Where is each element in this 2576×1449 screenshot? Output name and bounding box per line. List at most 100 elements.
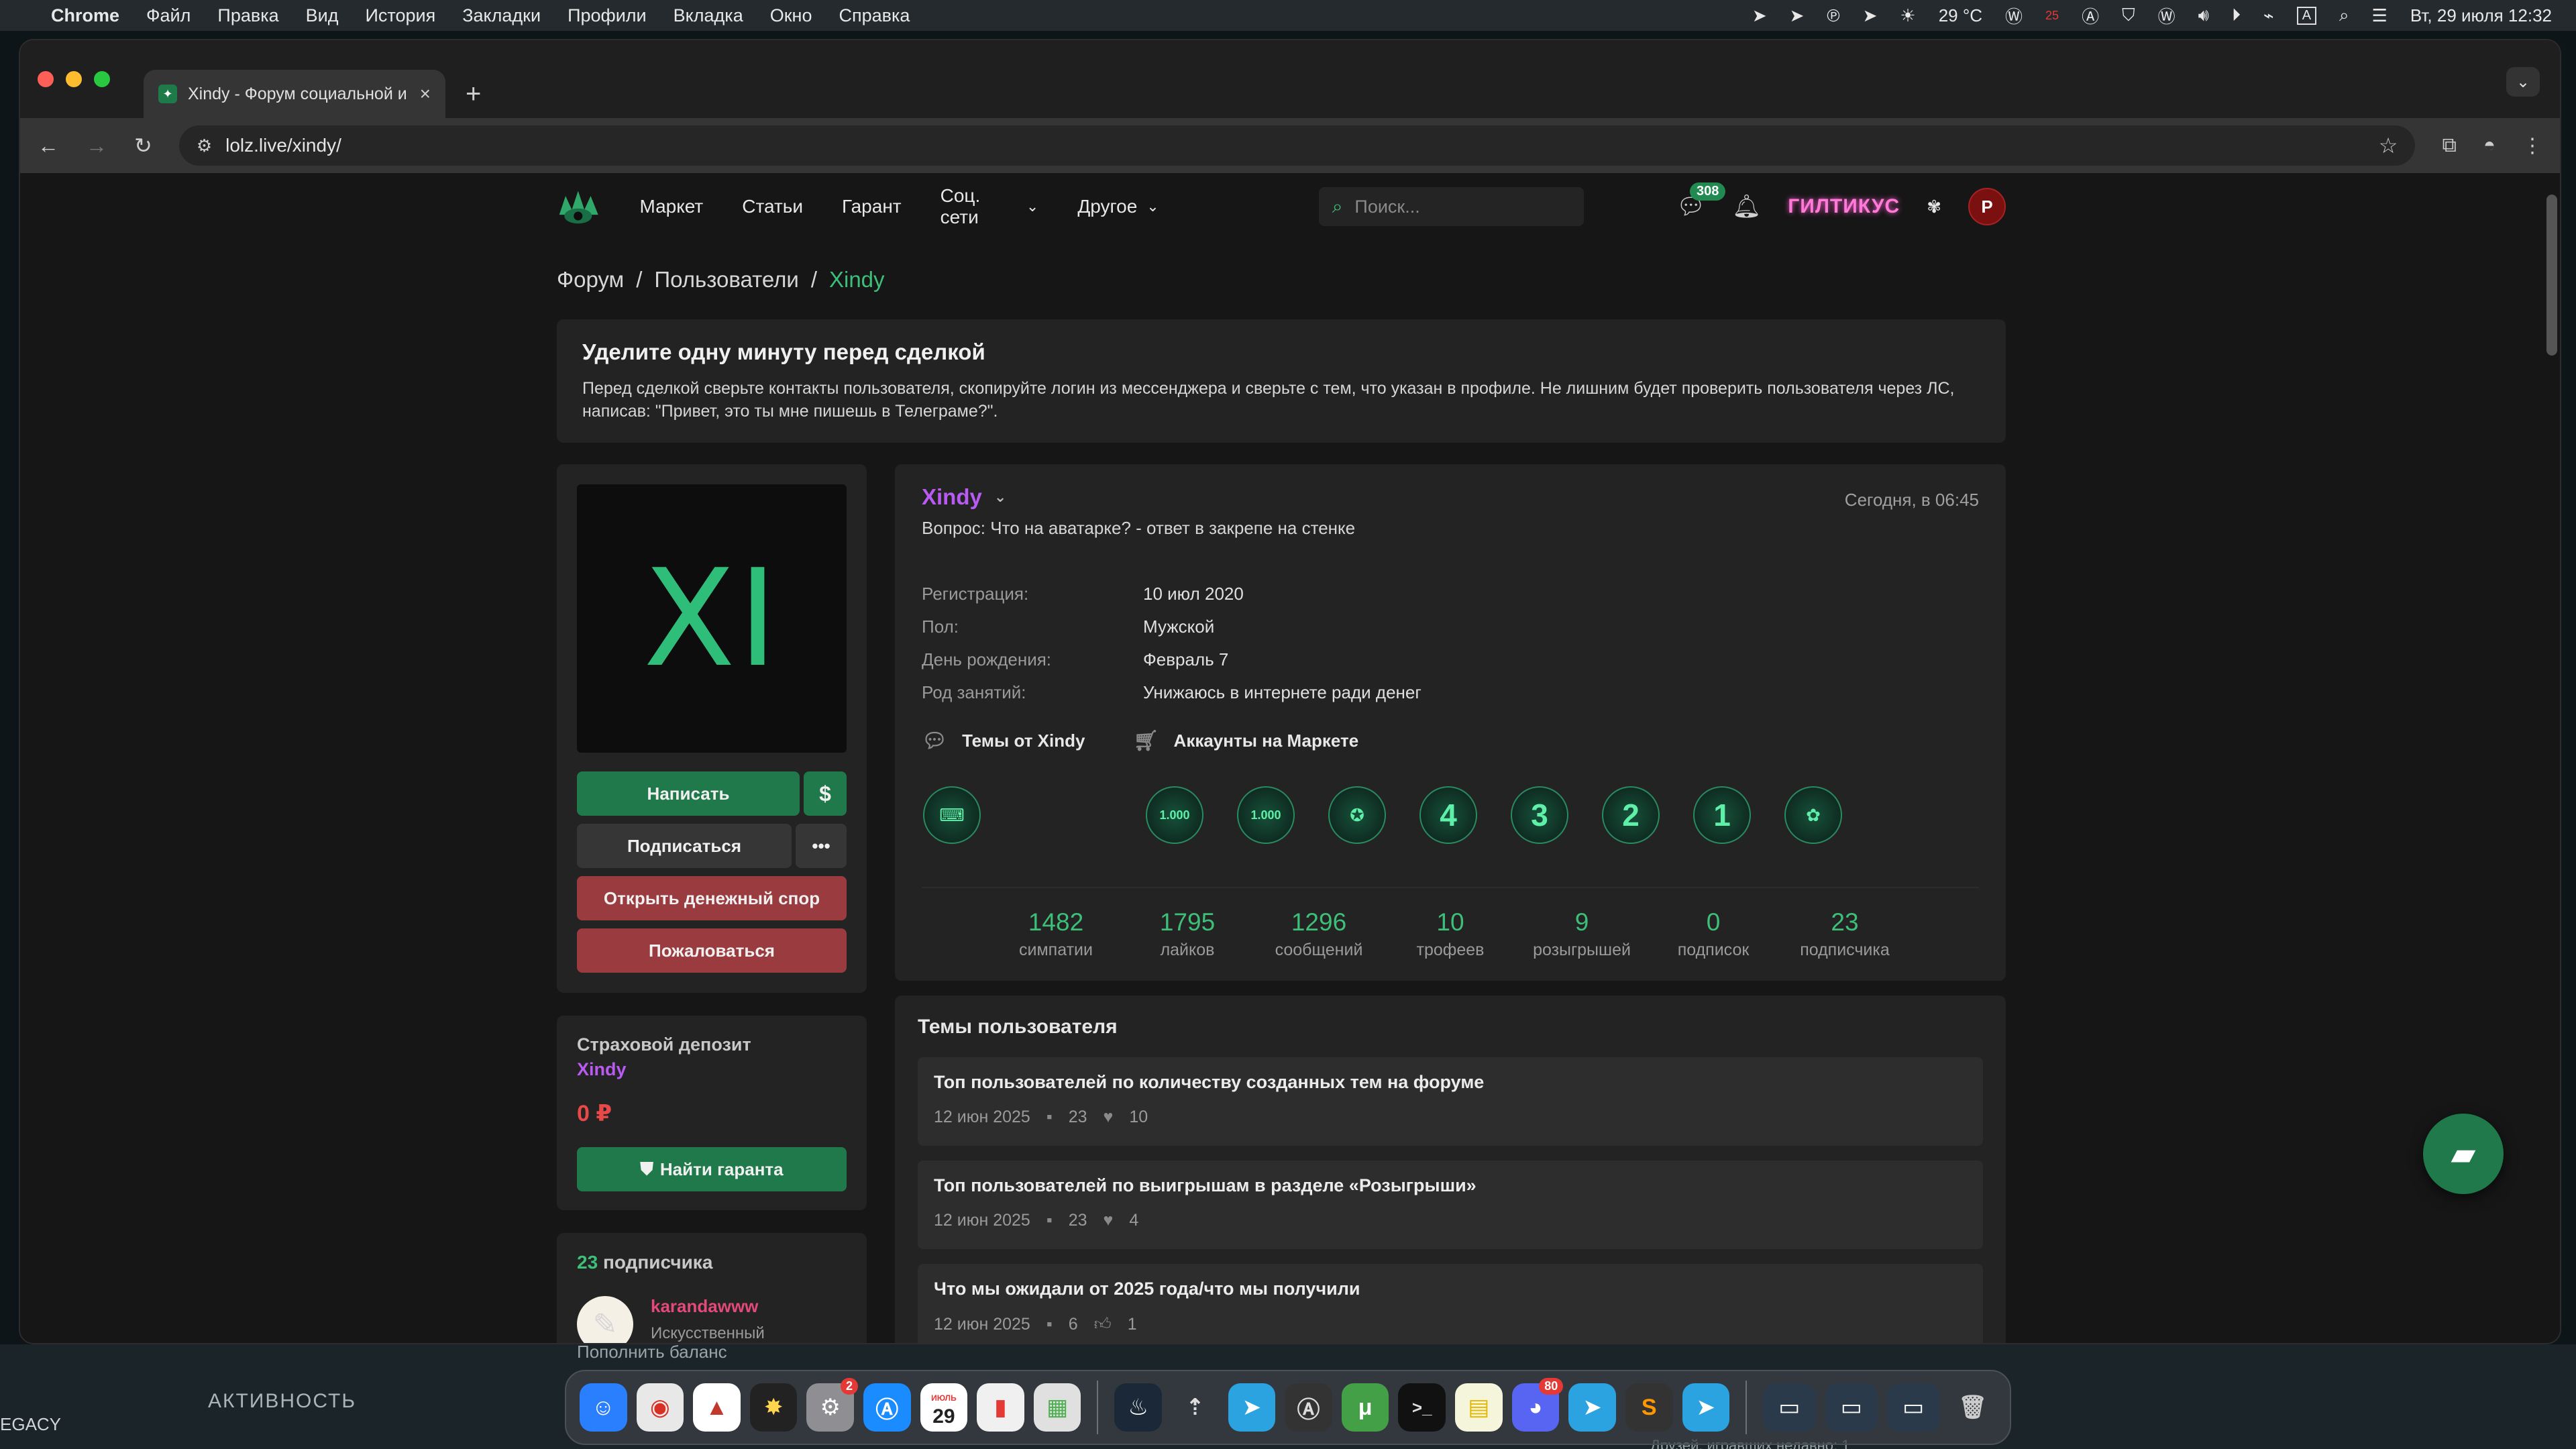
page-scrollbar[interactable]: [2546, 195, 2557, 356]
subscriber-name[interactable]: karandawww: [651, 1296, 798, 1317]
telegram-status-icon[interactable]: ➤: [1752, 5, 1767, 26]
notifications-bell-icon[interactable]: 🔔︎: [1732, 193, 1761, 220]
stat-item[interactable]: 1482 симпатии: [990, 908, 1122, 960]
app-store-icon[interactable]: Ⓐ: [863, 1383, 911, 1432]
menu-profiles[interactable]: Профили: [568, 5, 647, 26]
topic-item[interactable]: Что мы ожидали от 2025 года/что мы получ…: [918, 1264, 1983, 1343]
trash-icon[interactable]: 🗑︎: [1949, 1383, 1996, 1432]
subscriber-item[interactable]: ✎ karandawww Искусственный интеллект: [577, 1296, 847, 1343]
burst-app-icon[interactable]: ✸: [749, 1383, 798, 1432]
anarchy-icon[interactable]: Ⓐ: [2082, 3, 2099, 28]
stat-item[interactable]: 1296 сообщений: [1253, 908, 1385, 960]
window-thumbnail-1[interactable]: ▭: [1763, 1383, 1816, 1432]
deposit-username[interactable]: Xindy: [577, 1059, 847, 1080]
site-search-input[interactable]: ⌕ Поиск...: [1318, 187, 1584, 226]
topic-title[interactable]: Топ пользователей по выигрышам в разделе…: [934, 1175, 1967, 1196]
profile-incognito-icon[interactable]: ◓: [2483, 134, 2496, 157]
topic-title[interactable]: Что мы ожидали от 2025 года/что мы получ…: [934, 1279, 1967, 1299]
telegram-status-icon-2[interactable]: ➤: [1790, 5, 1805, 26]
wifi-off-icon[interactable]: ⌁: [2263, 5, 2274, 26]
trophy-badge[interactable]: 3: [1509, 785, 1570, 845]
notes-app-icon[interactable]: ▮: [977, 1383, 1024, 1432]
menu-view[interactable]: Вид: [306, 5, 339, 26]
trophy-badge[interactable]: 1.000: [1144, 785, 1205, 845]
minimize-window-icon[interactable]: [66, 71, 82, 87]
menu-history[interactable]: История: [365, 5, 435, 26]
topic-item[interactable]: Топ пользователей по выигрышам в разделе…: [918, 1161, 1983, 1249]
menubar-datetime[interactable]: Вт, 29 июля 12:32: [2410, 5, 2552, 26]
telegram-icon-2[interactable]: ➤: [1568, 1383, 1616, 1432]
new-tab-button[interactable]: +: [466, 79, 481, 109]
reload-icon[interactable]: ↻: [134, 133, 152, 158]
stat-item[interactable]: 0 подписок: [1648, 908, 1779, 960]
more-actions-button[interactable]: •••: [796, 824, 847, 868]
current-user-avatar[interactable]: P: [1968, 188, 2006, 225]
menu-window[interactable]: Окно: [770, 5, 812, 26]
play-icon[interactable]: ⏵: [2232, 5, 2241, 26]
control-center-icon[interactable]: ☰: [2372, 5, 2387, 26]
arc-browser-icon[interactable]: ▲: [693, 1383, 741, 1432]
volume-icon[interactable]: 🔊︎: [2198, 5, 2209, 26]
chrome-icon[interactable]: ◉: [636, 1383, 684, 1432]
weather-sun-icon[interactable]: ☀: [1900, 5, 1915, 26]
sublime-text-icon[interactable]: S: [1625, 1383, 1673, 1432]
zoom-window-icon[interactable]: [94, 71, 110, 87]
utorrent-icon[interactable]: μ: [1341, 1383, 1389, 1432]
trophy-badge[interactable]: 1: [1692, 785, 1752, 845]
subscriber-avatar[interactable]: ✎: [577, 1296, 633, 1343]
discord-icon[interactable]: ◕ 80: [1511, 1378, 1564, 1432]
market-accounts-link[interactable]: 🛒︎ Аккаунты на Маркете: [1133, 729, 1358, 753]
menu-edit[interactable]: Правка: [217, 5, 278, 26]
trophy-badge[interactable]: 1.000: [1236, 785, 1296, 845]
report-button[interactable]: Пожаловаться: [577, 928, 847, 973]
browser-menu-icon[interactable]: ⋮: [2522, 134, 2542, 158]
telegram-icon-3[interactable]: ➤: [1682, 1383, 1730, 1432]
trophy-badge[interactable]: ✪: [1327, 785, 1387, 845]
tab-search-chevron-icon[interactable]: ⌄: [2506, 67, 2540, 97]
topic-item[interactable]: Топ пользователей по количеству созданны…: [918, 1057, 1983, 1146]
window-thumbnail-2[interactable]: ▭: [1825, 1383, 1878, 1432]
trophy-badge[interactable]: ⌨: [922, 785, 982, 845]
weather-temperature[interactable]: 29 °C: [1939, 5, 1982, 26]
nav-other[interactable]: Другое ⌄: [1077, 196, 1159, 217]
menu-tab[interactable]: Вкладка: [674, 5, 743, 26]
menu-help[interactable]: Справка: [839, 5, 910, 26]
address-url[interactable]: lolz.live/xindy/: [225, 135, 341, 156]
bookmark-star-icon[interactable]: ☆: [2379, 133, 2398, 158]
chat-fab-button[interactable]: ▰: [2423, 1114, 2504, 1194]
finder-icon[interactable]: ☺: [579, 1383, 627, 1432]
pinterest-status-icon[interactable]: ℗: [1827, 5, 1839, 26]
spotlight-search-icon[interactable]: ⌕: [2339, 5, 2349, 26]
calendar-badge-icon[interactable]: 25: [2045, 9, 2059, 23]
wordpress-icon-2[interactable]: Ⓦ: [2158, 3, 2176, 28]
trophy-badge[interactable]: 4: [1418, 785, 1479, 845]
messages-button[interactable]: 💬︎ 308: [1676, 182, 1726, 220]
launchpad-icon[interactable]: ▦: [1033, 1383, 1081, 1432]
back-arrow-icon[interactable]: ←: [38, 133, 59, 158]
calendar-icon[interactable]: ИЮЛЬ 29: [920, 1383, 968, 1432]
write-message-button[interactable]: Написать: [577, 771, 800, 816]
menu-app-name[interactable]: Chrome: [51, 5, 119, 26]
profile-name-dropdown[interactable]: Xindy ⌄: [922, 484, 1979, 510]
input-source-icon[interactable]: A: [2296, 6, 2317, 25]
telegram-icon[interactable]: ➤: [1228, 1383, 1276, 1432]
breadcrumb-current[interactable]: Xindy: [829, 267, 885, 292]
stat-item[interactable]: 10 трофеев: [1385, 908, 1516, 960]
open-money-dispute-button[interactable]: Открыть денежный спор: [577, 876, 847, 920]
rocket-icon[interactable]: ⇡: [1171, 1383, 1219, 1432]
lolz-logo-icon[interactable]: [557, 186, 600, 227]
breadcrumb-users[interactable]: Пользователи: [654, 267, 798, 292]
trophy-badge[interactable]: ✿: [1783, 785, 1843, 845]
notes-icon[interactable]: ▤: [1455, 1383, 1503, 1432]
nav-social[interactable]: Соц. сети ⌄: [941, 185, 1039, 228]
menu-bookmarks[interactable]: Закладки: [462, 5, 541, 26]
current-username[interactable]: ГИЛТИКУС: [1788, 195, 1900, 218]
steam-icon[interactable]: ♨: [1114, 1383, 1163, 1432]
menu-file[interactable]: Файл: [146, 5, 191, 26]
subscribe-button[interactable]: Подписаться: [577, 824, 792, 868]
anarchy-app-icon[interactable]: Ⓐ: [1285, 1383, 1332, 1432]
forward-arrow-icon[interactable]: →: [86, 133, 107, 158]
trophy-badge[interactable]: 2: [1601, 785, 1661, 845]
site-info-icon[interactable]: ⚙: [197, 136, 212, 156]
breadcrumb-forum[interactable]: Форум: [557, 267, 624, 292]
